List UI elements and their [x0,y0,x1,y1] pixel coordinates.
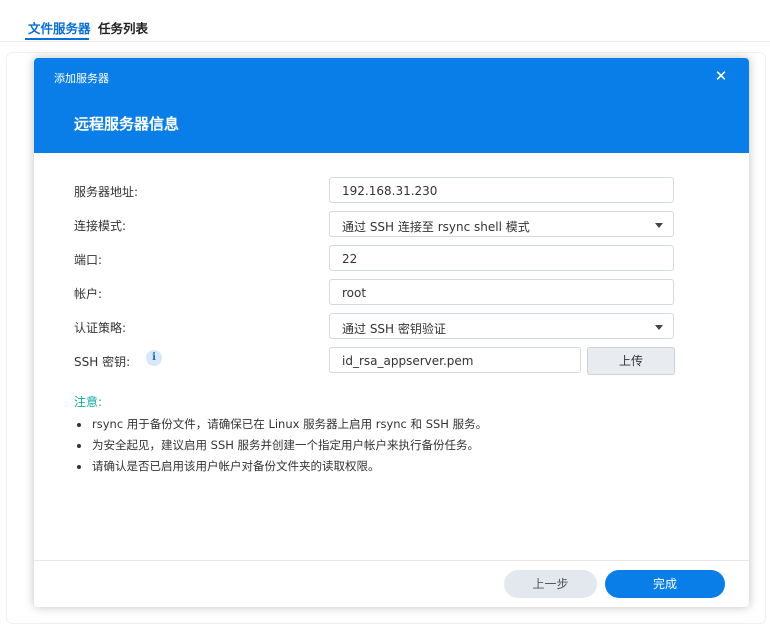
tab-file-server[interactable]: 文件服务器 [28,18,91,37]
active-tab-indicator [25,38,89,40]
note-item: 为安全起见，建议启用 SSH 服务并创建一个指定用户帐户来执行备份任务。 [74,435,714,456]
server-address-label: 服务器地址: [74,185,139,199]
chevron-down-icon [655,325,663,330]
server-address-value: 192.168.31.230 [342,184,438,198]
connection-mode-label: 连接模式: [74,219,127,233]
account-row: 帐户: root [34,279,749,307]
account-label: 帐户: [74,287,103,301]
add-server-dialog: 添加服务器 ✕ 远程服务器信息 服务器地址: 192.168.31.230 连接… [34,58,749,607]
note-item: 请确认是否已启用该用户帐户对备份文件夹的读取权限。 [74,456,714,477]
auth-policy-select[interactable]: 通过 SSH 密钥验证 [329,313,674,339]
port-label: 端口: [74,253,103,267]
note-item: rsync 用于备份文件，请确保已在 Linux 服务器上启用 rsync 和 … [74,414,714,435]
footer-divider [34,560,749,561]
account-input[interactable]: root [329,279,674,305]
notes-section: 注意: rsync 用于备份文件，请确保已在 Linux 服务器上启用 rsyn… [74,393,714,477]
port-input[interactable]: 22 [329,245,674,271]
ssh-key-label: SSH 密钥: [74,355,131,369]
auth-policy-row: 认证策略: 通过 SSH 密钥验证 [34,313,749,341]
tab-bar: 文件服务器 任务列表 [0,0,770,42]
dialog-header: 添加服务器 ✕ 远程服务器信息 [34,58,749,153]
connection-mode-value: 通过 SSH 连接至 rsync shell 模式 [342,220,530,234]
dialog-window-title: 添加服务器 [54,72,109,85]
info-icon[interactable]: i [146,350,162,366]
tab-divider [0,41,770,42]
account-value: root [342,286,367,300]
connection-mode-row: 连接模式: 通过 SSH 连接至 rsync shell 模式 [34,211,749,239]
port-value: 22 [342,252,358,266]
upload-button[interactable]: 上传 [587,347,675,375]
ssh-key-value: id_rsa_appserver.pem [342,354,474,368]
finish-button[interactable]: 完成 [605,570,725,598]
tab-task-list[interactable]: 任务列表 [98,18,148,37]
server-address-input[interactable]: 192.168.31.230 [329,177,674,203]
notes-title: 注意: [74,395,103,409]
dialog-heading: 远程服务器信息 [74,115,180,133]
connection-mode-select[interactable]: 通过 SSH 连接至 rsync shell 模式 [329,211,674,237]
port-row: 端口: 22 [34,245,749,273]
ssh-key-input[interactable]: id_rsa_appserver.pem [329,347,581,373]
auth-policy-value: 通过 SSH 密钥验证 [342,322,446,336]
chevron-down-icon [655,223,663,228]
close-icon[interactable]: ✕ [713,67,729,85]
server-address-row: 服务器地址: 192.168.31.230 [34,177,749,205]
auth-policy-label: 认证策略: [74,321,127,335]
notes-list: rsync 用于备份文件，请确保已在 Linux 服务器上启用 rsync 和 … [74,414,714,477]
ssh-key-row: SSH 密钥: i id_rsa_appserver.pem 上传 [34,347,749,375]
previous-button[interactable]: 上一步 [504,570,597,598]
